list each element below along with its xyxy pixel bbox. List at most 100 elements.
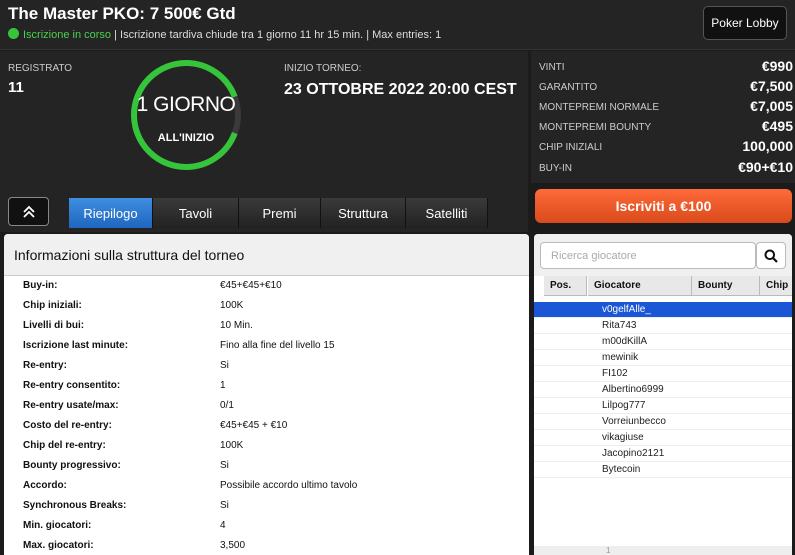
register-button[interactable]: Iscriviti a €100 xyxy=(535,189,792,223)
column-header-player[interactable]: Giocatore xyxy=(588,276,692,296)
stat-value: €7,005 xyxy=(750,98,793,114)
countdown-value: 1 GIORNO xyxy=(136,93,236,116)
pager-page-number: 1 xyxy=(606,546,611,555)
player-row[interactable]: m00dKillA xyxy=(534,334,792,350)
structure-label: Re-entry usate/max: xyxy=(23,400,119,411)
structure-list: Buy-in: €45+€45+€10 Chip iniziali: 100K Li… xyxy=(4,276,529,555)
player-row[interactable]: Vorreiunbecco xyxy=(534,414,792,430)
tournament-info: REGISTRATO 11 1 GIORNO ALL'INIZIO INIZIO… xyxy=(0,51,528,232)
structure-value: Possibile accordo ultimo tavolo xyxy=(220,480,358,491)
structure-row: Chip iniziali: 100K xyxy=(4,296,529,316)
player-search-input[interactable] xyxy=(540,242,756,269)
stat-row: MONTEPREMI BOUNTY €495 xyxy=(539,117,795,137)
structure-value: Si xyxy=(220,360,229,371)
structure-label: Max. giocatori: xyxy=(23,540,94,551)
stat-row: VINTI €990 xyxy=(539,57,795,77)
stat-label: BUY-IN xyxy=(539,163,572,174)
player-name: Lilpog777 xyxy=(602,400,646,411)
structure-value: €45+€45+€10 xyxy=(220,280,282,291)
structure-label: Bounty progressivo: xyxy=(23,460,121,471)
structure-row: Iscrizione last minute: Fino alla fine de… xyxy=(4,336,529,356)
tab-premi[interactable]: Premi xyxy=(239,198,321,228)
structure-label: Costo del re-entry: xyxy=(23,420,112,431)
structure-row: Bounty progressivo: Si xyxy=(4,456,529,476)
player-row[interactable]: vikagiuse xyxy=(534,430,792,446)
player-row[interactable]: Lilpog777 xyxy=(534,398,792,414)
status-details: | Iscrizione tardiva chiude tra 1 giorno… xyxy=(114,29,442,41)
structure-label: Re-entry consentito: xyxy=(23,380,121,391)
player-name: vikagiuse xyxy=(602,432,644,443)
search-button[interactable] xyxy=(756,242,786,269)
player-name: Jacopino2121 xyxy=(602,448,665,459)
structure-row: Synchronous Breaks: Si xyxy=(4,496,529,516)
player-row[interactable]: Bytecoin xyxy=(534,462,792,478)
structure-label: Accordo: xyxy=(23,480,67,491)
collapse-button[interactable] xyxy=(8,197,49,226)
structure-row: Re-entry usate/max: 0/1 xyxy=(4,396,529,416)
structure-label: Livelli di bui: xyxy=(23,320,85,331)
status-dot-icon xyxy=(8,28,19,39)
column-header-chip[interactable]: Chip xyxy=(760,276,792,296)
stat-value: €7,500 xyxy=(750,78,793,94)
structure-label: Re-entry: xyxy=(23,360,67,371)
player-name: Bytecoin xyxy=(602,464,641,475)
stat-row: CHIP INIZIALI 100,000 xyxy=(539,137,795,157)
stat-row: BUY-IN €90+€10 xyxy=(539,158,795,178)
structure-label: Min. giocatori: xyxy=(23,520,92,531)
structure-row: Costo del re-entry: €45+€45 + €10 xyxy=(4,416,529,436)
player-row[interactable]: mewinik xyxy=(534,350,792,366)
structure-value: Si xyxy=(220,460,229,471)
structure-label: Chip iniziali: xyxy=(23,300,82,311)
stat-row: MONTEPREMI NORMALE €7,005 xyxy=(539,97,795,117)
structure-row: Accordo: Possibile accordo ultimo tavolo xyxy=(4,476,529,496)
tab-riepilogo[interactable]: Riepilogo xyxy=(69,198,153,228)
structure-panel: Informazioni sulla struttura del torneo … xyxy=(4,234,529,555)
structure-value: 100K xyxy=(220,440,244,451)
structure-value: 100K xyxy=(220,300,244,311)
player-list: v0gelfAlle_ Rita743 m00dKillA mewinik FI… xyxy=(534,302,792,478)
structure-value: 4 xyxy=(220,520,226,531)
tournament-tabs: Riepilogo Tavoli Premi Struttura Satelli… xyxy=(69,198,488,228)
tab-struttura[interactable]: Struttura xyxy=(321,198,406,228)
structure-value: Si xyxy=(220,500,229,511)
player-name: Rita743 xyxy=(602,320,637,331)
structure-label: Synchronous Breaks: xyxy=(23,500,127,511)
tab-tavoli[interactable]: Tavoli xyxy=(153,198,239,228)
stat-label: MONTEPREMI BOUNTY xyxy=(539,122,652,133)
status-open-text: Iscrizione in corso xyxy=(23,29,112,41)
column-header-bounty[interactable]: Bounty xyxy=(692,276,760,296)
tournament-lobby: The Master PKO: 7 500€ Gtd Iscrizione in… xyxy=(0,0,795,555)
poker-lobby-button[interactable]: Poker Lobby xyxy=(703,6,787,40)
stat-label: CHIP INIZIALI xyxy=(539,142,603,153)
structure-row: Re-entry: Si xyxy=(4,356,529,376)
structure-value: 0/1 xyxy=(220,400,234,411)
column-header-pos[interactable]: Pos. xyxy=(544,276,587,296)
player-name: v0gelfAlle_ xyxy=(602,304,651,315)
player-name: m00dKillA xyxy=(602,336,648,347)
structure-row: Max. giocatori: 3,500 xyxy=(4,536,529,555)
stat-label: MONTEPREMI NORMALE xyxy=(539,102,660,113)
tab-satelliti[interactable]: Satelliti xyxy=(406,198,488,228)
double-chevron-up-icon xyxy=(22,205,35,218)
structure-value: 1 xyxy=(220,380,226,391)
structure-heading: Informazioni sulla struttura del torneo xyxy=(4,234,529,276)
player-row[interactable]: FI102 xyxy=(534,366,792,382)
player-row[interactable]: Albertino6999 xyxy=(534,382,792,398)
player-row[interactable]: Jacopino2121 xyxy=(534,446,792,462)
structure-value: Fino alla fine del livello 15 xyxy=(220,340,335,351)
stat-value: €990 xyxy=(761,58,793,74)
registration-status: Iscrizione in corso | Iscrizione tardiva… xyxy=(8,28,441,41)
structure-row: Buy-in: €45+€45+€10 xyxy=(4,276,529,296)
structure-value: 3,500 xyxy=(220,540,246,551)
players-panel: Pos. Giocatore Bounty Chip v0gelfAlle_ R… xyxy=(534,234,792,555)
stat-label: GARANTITO xyxy=(539,82,598,93)
player-name: Vorreiunbecco xyxy=(602,416,666,427)
player-row[interactable]: v0gelfAlle_ xyxy=(534,302,792,318)
structure-row: Re-entry consentito: 1 xyxy=(4,376,529,396)
countdown-ring: 1 GIORNO ALL'INIZIO xyxy=(128,57,244,173)
stat-value: €495 xyxy=(761,118,793,134)
structure-value: 10 Min. xyxy=(220,320,253,331)
stat-value: 100,000 xyxy=(742,138,793,154)
search-icon xyxy=(764,249,778,263)
player-row[interactable]: Rita743 xyxy=(534,318,792,334)
